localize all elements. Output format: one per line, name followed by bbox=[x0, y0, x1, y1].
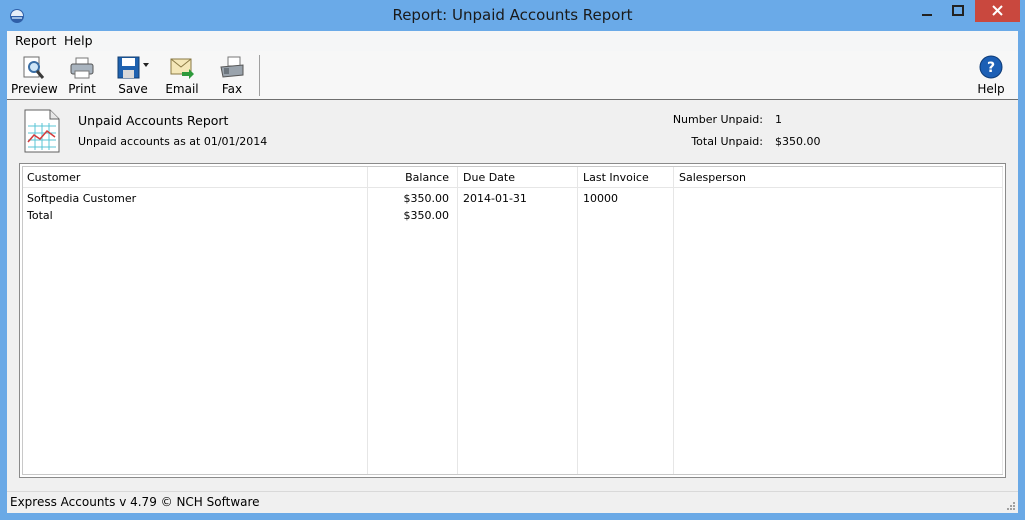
col-header-customer[interactable]: Customer bbox=[27, 171, 80, 184]
printer-icon bbox=[70, 57, 94, 79]
print-label: Print bbox=[68, 82, 96, 96]
help-label: Help bbox=[977, 82, 1005, 96]
cell-customer[interactable]: Softpedia Customer bbox=[27, 192, 136, 205]
help-icon: ? bbox=[979, 55, 1003, 79]
report-chart-icon bbox=[24, 109, 60, 153]
report-table-frame: Customer Balance Due Date Last Invoice S… bbox=[19, 163, 1006, 478]
help-button[interactable]: ? Help bbox=[969, 53, 1013, 97]
fax-icon bbox=[220, 56, 244, 78]
maximize-button[interactable] bbox=[943, 0, 973, 22]
cell-due-date[interactable]: 2014-01-31 bbox=[463, 192, 527, 205]
menu-report[interactable]: Report bbox=[15, 33, 56, 48]
number-unpaid-value: 1 bbox=[775, 113, 782, 126]
save-label: Save bbox=[118, 82, 148, 96]
title-bar[interactable]: Report: Unpaid Accounts Report bbox=[0, 0, 1025, 31]
toolbar-separator bbox=[259, 55, 260, 96]
col-header-last-invoice[interactable]: Last Invoice bbox=[583, 171, 649, 184]
cell-last-invoice[interactable]: 10000 bbox=[583, 192, 618, 205]
report-subtitle: Unpaid accounts as at 01/01/2014 bbox=[78, 135, 268, 148]
cell-balance[interactable]: $350.00 bbox=[367, 192, 450, 205]
minimize-button[interactable] bbox=[913, 0, 941, 22]
header-divider bbox=[23, 187, 1002, 188]
toolbar: Preview Print Save Email Fax ? Help bbox=[7, 51, 1018, 100]
fax-button[interactable]: Fax bbox=[210, 53, 254, 97]
cell-total-label: Total bbox=[27, 209, 53, 222]
window-title: Report: Unpaid Accounts Report bbox=[392, 6, 633, 24]
preview-button[interactable]: Preview bbox=[11, 53, 58, 97]
minimize-icon bbox=[922, 14, 932, 16]
resize-grip-icon[interactable] bbox=[1006, 501, 1016, 511]
app-window: Report: Unpaid Accounts Report Report He… bbox=[0, 0, 1025, 520]
menu-bar: Report Help bbox=[7, 31, 1018, 51]
preview-label: Preview bbox=[11, 82, 58, 96]
email-button[interactable]: Email bbox=[160, 53, 204, 97]
column-divider bbox=[577, 167, 578, 474]
number-unpaid-label: Number Unpaid: bbox=[672, 113, 763, 126]
svg-text:?: ? bbox=[987, 60, 995, 76]
preview-icon bbox=[23, 56, 45, 79]
column-divider bbox=[1002, 167, 1003, 474]
total-unpaid-label: Total Unpaid: bbox=[691, 135, 763, 148]
print-button[interactable]: Print bbox=[60, 53, 104, 97]
total-unpaid-value: $350.00 bbox=[775, 135, 821, 148]
email-icon bbox=[170, 58, 194, 79]
client-area: Report Help Preview Print Save Email Fax… bbox=[7, 31, 1018, 513]
save-button[interactable]: Save bbox=[111, 53, 155, 97]
floppy-disk-icon bbox=[117, 56, 149, 79]
report-title: Unpaid Accounts Report bbox=[78, 113, 229, 128]
column-divider bbox=[673, 167, 674, 474]
close-icon bbox=[992, 5, 1003, 16]
col-header-salesperson[interactable]: Salesperson bbox=[679, 171, 746, 184]
close-button[interactable] bbox=[975, 0, 1020, 22]
status-bar: Express Accounts v 4.79 © NCH Software bbox=[7, 491, 1018, 513]
email-label: Email bbox=[165, 82, 199, 96]
maximize-icon bbox=[952, 5, 964, 16]
fax-label: Fax bbox=[221, 82, 243, 96]
col-header-due-date[interactable]: Due Date bbox=[463, 171, 515, 184]
status-text: Express Accounts v 4.79 © NCH Software bbox=[10, 495, 260, 509]
column-divider bbox=[457, 167, 458, 474]
menu-help[interactable]: Help bbox=[64, 33, 93, 48]
report-header: Unpaid Accounts Report Unpaid accounts a… bbox=[7, 101, 1018, 164]
col-header-balance[interactable]: Balance bbox=[367, 171, 449, 184]
cell-total-balance: $350.00 bbox=[403, 209, 450, 222]
report-table[interactable]: Customer Balance Due Date Last Invoice S… bbox=[22, 166, 1003, 475]
